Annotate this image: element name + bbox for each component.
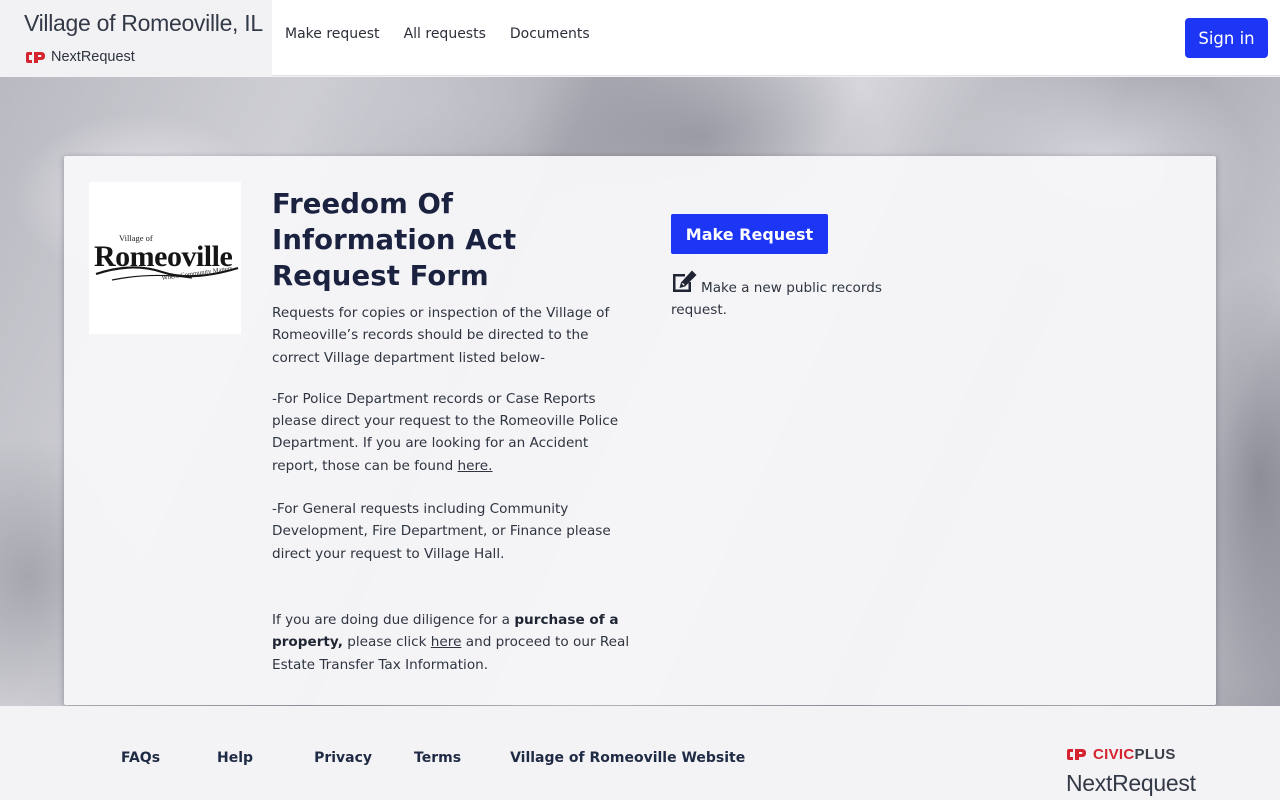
police-paragraph-text: -For Police Department records or Case R… [272,390,619,474]
civicplus-brand: CIVICPLUS [1066,746,1176,763]
footer-link-village-website[interactable]: Village of Romeoville Website [510,750,745,766]
accident-report-link[interactable]: here. [458,458,493,474]
make-request-description: Make a new public records request. [671,269,911,321]
police-paragraph: -For Police Department records or Case R… [272,388,632,477]
footer-links: FAQs Help Privacy Terms Village of Romeo… [121,750,745,766]
footer-link-terms[interactable]: Terms [414,750,461,766]
intro-content: Freedom Of Information Act Request Form … [272,186,632,676]
village-logo: Village of Romeoville Where Community Ma… [89,182,241,334]
romeoville-logo-image: Village of Romeoville Where Community Ma… [94,233,239,282]
page-title: Freedom Of Information Act Request Form [272,188,517,292]
footer-link-privacy[interactable]: Privacy [314,750,372,766]
top-bar: Village of Romeoville, IL NextRequest Ma… [0,0,1280,76]
product-name: NextRequest [51,49,135,65]
nav-all-requests[interactable]: All requests [404,26,486,42]
footer-link-help[interactable]: Help [217,750,253,766]
nav-documents[interactable]: Documents [510,26,590,42]
footer-link-faqs[interactable]: FAQs [121,750,160,766]
civicplus-text-red: CIVIC [1093,746,1135,763]
property-text-before: If you are doing due diligence for a [272,611,515,628]
transfer-tax-link[interactable]: here [431,634,462,650]
brand-block[interactable]: Village of Romeoville, IL NextRequest [0,0,272,76]
footer: FAQs Help Privacy Terms Village of Romeo… [0,706,1280,800]
civicplus-logo-icon [26,51,45,63]
property-paragraph: If you are doing due diligence for a pur… [272,609,632,676]
nextrequest-brand: NextRequest [25,49,135,65]
edit-icon [673,270,697,292]
org-title[interactable]: Village of Romeoville, IL [24,10,263,37]
civicplus-text-dark: PLUS [1134,746,1176,763]
civicplus-logo-icon [1067,749,1086,760]
property-text-mid: please click [342,634,431,651]
sign-in-button[interactable]: Sign in [1185,18,1268,58]
portal-card: Village of Romeoville Where Community Ma… [64,156,1216,705]
make-request-desc-text: Make a new public records request. [671,280,882,318]
nav-make-request[interactable]: Make request [285,26,380,42]
intro-paragraph: Requests for copies or inspection of the… [272,305,610,366]
main-nav: Make request All requests Documents [285,26,590,42]
footer-product-name: NextRequest [1066,770,1196,796]
make-request-button[interactable]: Make Request [671,214,828,254]
general-paragraph: -For General requests including Communit… [272,501,611,562]
civicplus-text: CIVICPLUS [1093,746,1176,763]
